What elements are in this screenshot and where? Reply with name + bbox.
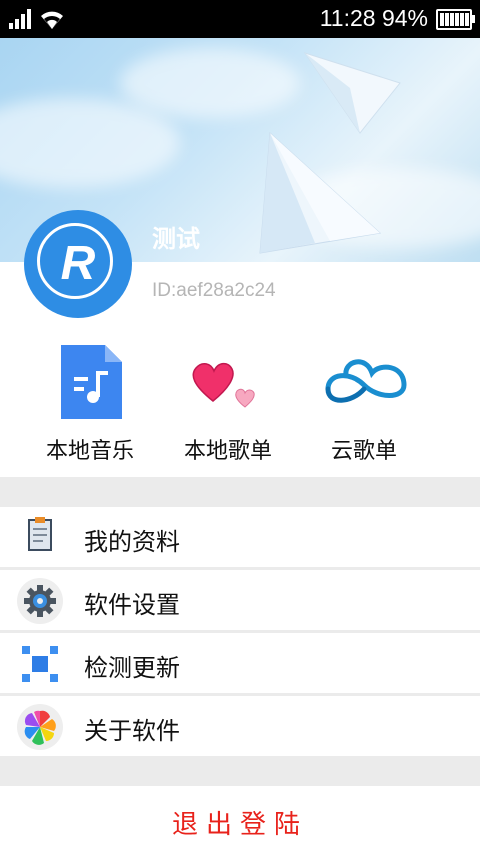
menu-item-about[interactable]: 关于软件	[0, 696, 480, 756]
avatar[interactable]: R	[24, 210, 132, 318]
quick-cloud-playlist[interactable]: 云歌单	[284, 345, 444, 465]
status-bar: 11:28 94%	[0, 0, 480, 38]
pinwheel-icon	[16, 703, 64, 751]
status-time-battery: 11:28 94%	[319, 5, 428, 31]
music-file-icon	[50, 345, 130, 419]
menu-item-check-update[interactable]: 检测更新	[0, 633, 480, 693]
signal-icon	[9, 9, 31, 29]
menu-item-settings[interactable]: 软件设置	[0, 570, 480, 630]
battery-icon	[436, 9, 475, 30]
cloud-infinity-icon	[324, 345, 407, 419]
menu-list: 我的资料 软件设置 检测更新 关于软件	[0, 507, 480, 759]
gear-icon	[16, 577, 64, 625]
logout-button[interactable]: 退出登陆	[0, 786, 480, 854]
paper-plane-small-icon	[303, 52, 401, 134]
update-squares-icon	[16, 640, 64, 688]
menu-item-my-profile[interactable]: 我的资料	[0, 507, 480, 567]
wifi-icon	[41, 11, 63, 29]
paper-plane-large-icon	[259, 131, 382, 254]
clipboard-icon	[16, 514, 64, 562]
hearts-icon	[188, 345, 268, 419]
username: 测试	[152, 225, 200, 253]
quick-local-music[interactable]: 本地音乐	[10, 345, 170, 465]
user-id: ID:aef28a2c24	[152, 280, 276, 301]
